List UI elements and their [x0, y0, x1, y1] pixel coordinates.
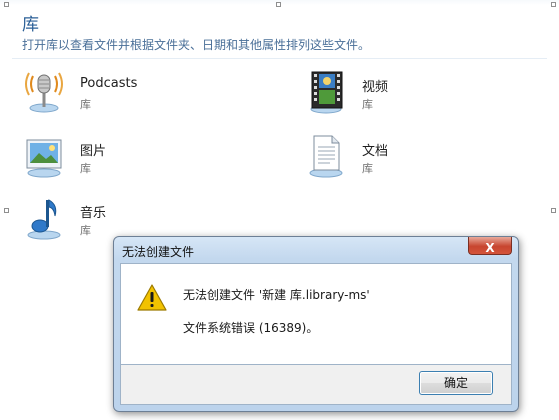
page-title: 库 [22, 15, 39, 35]
ok-button[interactable]: 确定 [419, 371, 493, 395]
microphone-icon [22, 70, 66, 114]
page-description: 打开库以查看文件并根据文件夹、日期和其他属性排列这些文件。 [22, 38, 371, 52]
film-icon [304, 70, 348, 114]
dialog-error-code: 文件系统错误 (16389)。 [183, 321, 319, 335]
warning-icon [137, 284, 167, 312]
library-name: 图片 [80, 144, 107, 159]
library-type: 库 [362, 98, 373, 111]
resize-handle-top-right[interactable] [551, 2, 556, 7]
header-divider [12, 58, 547, 59]
library-pictures[interactable]: 图片 库 [22, 134, 222, 184]
library-name: 视频 [362, 80, 389, 95]
close-button[interactable]: X [468, 237, 512, 255]
library-name: 音乐 [80, 206, 107, 221]
music-note-icon [22, 196, 66, 240]
dialog-body: 无法创建文件 '新建 库.library-ms' 文件系统错误 (16389)。 [120, 263, 512, 365]
dialog-message: 无法创建文件 '新建 库.library-ms' [183, 288, 370, 302]
error-dialog: 无法创建文件 X 无法创建文件 '新建 库.library-ms' 文件系统错误… [113, 236, 519, 412]
dialog-footer: 确定 [120, 365, 512, 405]
document-icon [304, 134, 348, 178]
library-documents[interactable]: 文档 库 [304, 134, 504, 184]
library-type: 库 [80, 224, 91, 237]
dialog-title: 无法创建文件 [122, 245, 195, 259]
close-icon: X [485, 241, 495, 255]
library-videos[interactable]: 视频 库 [304, 70, 504, 120]
library-type: 库 [362, 162, 373, 175]
library-name: Podcasts [80, 76, 138, 91]
resize-handle-top-center[interactable] [276, 2, 281, 7]
library-name: 文档 [362, 144, 389, 159]
resize-handle-top-left[interactable] [4, 2, 9, 7]
resize-handle-middle-right[interactable] [551, 208, 556, 213]
library-podcasts[interactable]: Podcasts 库 [22, 70, 222, 120]
library-type: 库 [80, 98, 91, 111]
picture-icon [22, 134, 66, 178]
resize-handle-middle-left[interactable] [4, 208, 9, 213]
library-type: 库 [80, 162, 91, 175]
